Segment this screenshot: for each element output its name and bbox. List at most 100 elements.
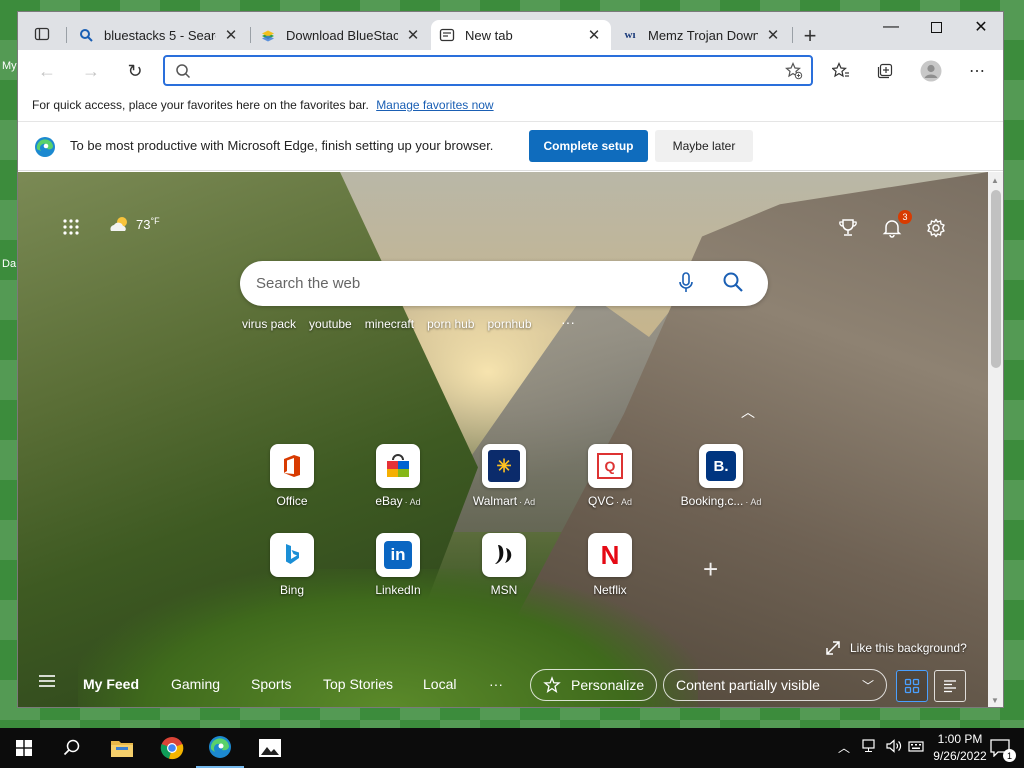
feed-tab-my-feed[interactable]: My Feed bbox=[83, 676, 139, 692]
collections-button[interactable] bbox=[870, 56, 900, 86]
grid-layout-icon bbox=[904, 678, 920, 694]
tab-memz-trojan[interactable]: wı Memz Trojan Downlo ✕ bbox=[614, 20, 790, 50]
maximize-button[interactable] bbox=[913, 12, 959, 42]
web-search-box[interactable]: Search the web bbox=[240, 261, 768, 306]
new-tab-button[interactable]: + bbox=[796, 22, 824, 50]
add-quick-link-icon[interactable]: + bbox=[703, 554, 718, 585]
refresh-button[interactable]: ↻ bbox=[120, 56, 150, 86]
weather-widget[interactable]: 73 °F bbox=[108, 214, 160, 234]
close-window-button[interactable]: ✕ bbox=[958, 12, 1003, 42]
tab-download-bluestacks[interactable]: Download BlueStacks ✕ bbox=[252, 20, 430, 50]
close-tab-icon[interactable]: ✕ bbox=[222, 26, 240, 44]
trending-search-item[interactable]: porn hub bbox=[427, 317, 474, 331]
sparkle-star-icon bbox=[543, 676, 561, 693]
profile-button[interactable] bbox=[916, 56, 946, 86]
edge-logo-icon bbox=[35, 137, 55, 157]
arrow-right-icon: → bbox=[82, 60, 100, 81]
content-visibility-dropdown[interactable]: Content partially visible ﹀ bbox=[663, 669, 887, 701]
quick-link-label: Bing bbox=[279, 583, 305, 597]
volume-icon[interactable] bbox=[886, 739, 902, 756]
page-scrollbar[interactable]: ▲ ▼ bbox=[988, 172, 1003, 707]
trending-search-item[interactable]: youtube bbox=[309, 317, 352, 331]
desktop-icon-label[interactable]: My bbox=[2, 60, 17, 72]
feed-tab-sports[interactable]: Sports bbox=[251, 676, 291, 692]
quick-link-netflix[interactable]: N Netflix bbox=[560, 533, 660, 597]
close-tab-icon[interactable]: ✕ bbox=[404, 26, 422, 44]
forward-button[interactable]: → bbox=[76, 56, 106, 86]
scroll-down-icon[interactable]: ▼ bbox=[991, 696, 999, 705]
close-tab-icon[interactable]: ✕ bbox=[764, 26, 782, 44]
favorites-button[interactable] bbox=[826, 56, 856, 86]
settings-more-button[interactable]: ⋯ bbox=[962, 56, 992, 86]
ebay-icon bbox=[376, 444, 420, 488]
feed-tab-top-stories[interactable]: Top Stories bbox=[323, 676, 393, 692]
rewards-button[interactable] bbox=[836, 216, 860, 240]
complete-setup-button[interactable]: Complete setup bbox=[529, 130, 648, 162]
scroll-up-icon[interactable]: ▲ bbox=[991, 176, 999, 185]
notification-badge: 3 bbox=[898, 210, 912, 224]
add-favorite-icon[interactable] bbox=[785, 62, 803, 80]
windows-logo-icon bbox=[16, 740, 32, 756]
tab-actions-button[interactable] bbox=[26, 20, 58, 48]
feed-menu-button[interactable] bbox=[38, 674, 56, 691]
taskbar-photos[interactable] bbox=[246, 728, 294, 768]
app-launcher-button[interactable] bbox=[60, 216, 82, 238]
back-button[interactable]: ← bbox=[32, 56, 62, 86]
scrollbar-thumb[interactable] bbox=[991, 190, 1001, 368]
address-bar[interactable] bbox=[163, 55, 813, 86]
list-view-button[interactable] bbox=[934, 670, 966, 702]
quick-link-bing[interactable]: Bing bbox=[242, 533, 342, 597]
quick-link-linkedin[interactable]: in LinkedIn bbox=[348, 533, 448, 597]
tab-title: Memz Trojan Downlo bbox=[648, 27, 758, 43]
setup-infobar: To be most productive with Microsoft Edg… bbox=[18, 122, 1003, 171]
feed-navigation: My Feed Gaming Sports Top Stories Local … bbox=[18, 662, 988, 707]
partly-sunny-icon bbox=[110, 217, 127, 231]
close-tab-icon[interactable]: ✕ bbox=[585, 26, 603, 44]
start-button[interactable] bbox=[0, 728, 48, 768]
quick-link-ebay[interactable]: eBay · Ad bbox=[348, 444, 448, 508]
quick-link-walmart[interactable]: ✳ Walmart · Ad bbox=[454, 444, 554, 508]
trending-search-item[interactable]: minecraft bbox=[365, 317, 414, 331]
page-settings-button[interactable] bbox=[924, 216, 948, 240]
quick-link-msn[interactable]: MSN bbox=[454, 533, 554, 597]
manage-favorites-link[interactable]: Manage favorites now bbox=[376, 98, 493, 112]
search-icon[interactable] bbox=[722, 271, 744, 293]
feed-tab-local[interactable]: Local bbox=[423, 676, 456, 692]
action-center-button[interactable]: 1 bbox=[978, 728, 1022, 768]
desktop-icon-label[interactable]: Da bbox=[2, 258, 16, 270]
expand-icon bbox=[826, 641, 840, 655]
network-icon[interactable] bbox=[862, 739, 878, 756]
chrome-icon bbox=[160, 737, 184, 760]
tab-bluestacks-search[interactable]: bluestacks 5 - Search ✕ bbox=[70, 20, 248, 50]
microphone-icon[interactable] bbox=[678, 272, 694, 294]
taskbar-chrome[interactable] bbox=[148, 728, 196, 768]
grid-view-button[interactable] bbox=[896, 670, 928, 702]
trending-search-item[interactable]: virus pack bbox=[242, 317, 296, 331]
tab-title: Download BlueStacks bbox=[286, 27, 398, 43]
app-grid-icon bbox=[63, 219, 79, 235]
quick-link-booking[interactable]: B. Booking.c... · Ad bbox=[666, 444, 776, 508]
trending-search-item[interactable]: pornhub bbox=[487, 317, 531, 331]
weather-unit: °F bbox=[150, 216, 160, 226]
taskbar-file-explorer[interactable] bbox=[98, 728, 146, 768]
feed-tab-gaming[interactable]: Gaming bbox=[171, 676, 220, 692]
input-language-icon[interactable] bbox=[908, 739, 924, 756]
like-background-button[interactable]: Like this background? bbox=[826, 641, 967, 655]
browser-window: bluestacks 5 - Search ✕ Download BlueSta… bbox=[17, 11, 1004, 708]
personalize-button[interactable]: Personalize bbox=[530, 669, 658, 701]
taskbar-search-button[interactable] bbox=[48, 728, 96, 768]
feed-more-button[interactable]: ··· bbox=[489, 676, 503, 692]
quick-link-qvc[interactable]: Q QVC · Ad bbox=[560, 444, 660, 508]
more-trending-icon[interactable]: ··· bbox=[561, 314, 575, 330]
tab-actions-icon bbox=[34, 27, 50, 41]
tab-strip: bluestacks 5 - Search ✕ Download BlueSta… bbox=[18, 12, 1003, 50]
show-hidden-icons-button[interactable]: ︿ bbox=[838, 739, 850, 756]
quick-link-office[interactable]: Office bbox=[242, 444, 342, 508]
plus-icon: + bbox=[803, 23, 817, 48]
tab-new-tab[interactable]: New tab ✕ bbox=[431, 20, 611, 50]
taskbar-edge[interactable] bbox=[196, 728, 244, 768]
maybe-later-button[interactable]: Maybe later bbox=[655, 130, 753, 162]
minimize-button[interactable]: — bbox=[868, 12, 914, 42]
quick-link-label: Walmart bbox=[472, 494, 518, 508]
collapse-quick-links-icon[interactable]: ︿ bbox=[741, 402, 755, 422]
